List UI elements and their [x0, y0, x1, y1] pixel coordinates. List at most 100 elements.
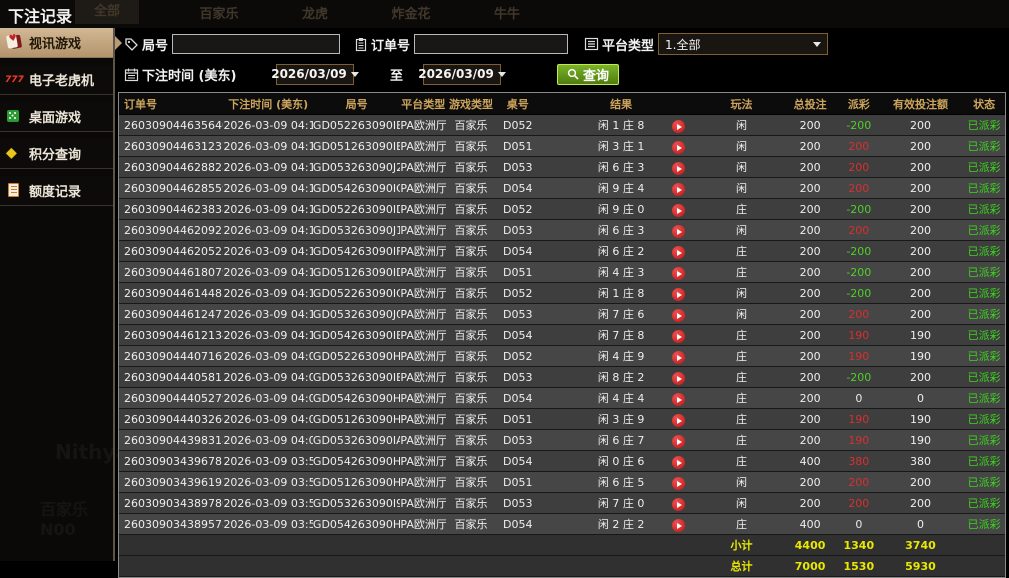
date-from-picker[interactable]: 2026/03/09 [271, 63, 359, 85]
cell-result: 闲 4 庄 3 [540, 264, 703, 280]
cell-play-type: 庄 [735, 392, 747, 405]
replay-play-button[interactable] [671, 435, 685, 448]
cell-game-type: 百家乐 [454, 161, 488, 174]
replay-play-button[interactable] [671, 414, 685, 427]
cell-valid-bet: 0 [916, 517, 924, 531]
cell-play-type: 闲 [735, 182, 747, 195]
cell-table-no: D051 [503, 139, 533, 153]
cell-total-bet: 200 [799, 139, 821, 153]
cell-round-no: GD053263090J2 [312, 160, 401, 174]
replay-play-button[interactable] [671, 288, 685, 301]
cell-status: 已派彩 [967, 308, 1001, 321]
cell-result: 闲 9 庄 4 [540, 180, 703, 196]
cell-bet-time: 2026-03-09 04:00:48 [223, 349, 313, 363]
cell-game-type: 百家乐 [454, 266, 488, 279]
sidebar-item-label: 视讯游戏 [29, 37, 82, 52]
round-no-input[interactable] [172, 34, 341, 54]
cell-bet-time: 2026-03-09 04:18:08 [223, 265, 313, 279]
search-button[interactable]: 查询 [557, 63, 620, 85]
replay-play-button[interactable] [671, 393, 685, 406]
cell-order-no: 260309044623838 [124, 202, 224, 216]
cards-icon [5, 34, 23, 51]
replay-play-button[interactable] [671, 162, 685, 175]
platform-type-select[interactable]: 1.全部 [658, 33, 829, 55]
replay-play-button[interactable] [671, 309, 685, 322]
cell-platform: PA欧洲厅 [400, 497, 447, 510]
replay-play-button[interactable] [671, 477, 685, 490]
table-row: 260309044405279 2026-03-09 04:00:38 GD05… [119, 388, 1005, 409]
document-icon [5, 182, 23, 199]
sidebar-item-额度记录[interactable]: 额度记录 [0, 176, 113, 206]
cell-status: 已派彩 [967, 224, 1001, 237]
cell-game-type: 百家乐 [454, 392, 488, 405]
table-row: 260309034389578 2026-03-09 03:59:16 GD05… [119, 514, 1005, 535]
cell-valid-bet: 200 [909, 118, 931, 132]
order-no-input[interactable] [414, 34, 569, 54]
cell-status: 已派彩 [967, 140, 1001, 153]
replay-play-button[interactable] [671, 183, 685, 196]
cell-total-bet: 200 [799, 223, 821, 237]
cell-payout: 200 [848, 475, 870, 489]
sidebar-item-电子老虎机[interactable]: 电子老虎机 [0, 65, 113, 95]
cell-game-type: 百家乐 [454, 203, 488, 216]
cell-table-no: D051 [503, 412, 533, 426]
column-header: 有效投注额 [892, 97, 948, 111]
cell-total-bet: 200 [799, 265, 821, 279]
cell-order-no: 260309044405813 [124, 370, 224, 384]
cell-platform: PA欧洲厅 [400, 413, 447, 426]
cell-payout: 190 [848, 433, 870, 447]
cell-bet-time: 2026-03-09 04:00:27 [223, 412, 313, 426]
cell-status: 已派彩 [967, 329, 1001, 342]
replay-play-button[interactable] [671, 456, 685, 469]
table-row: 260309034396192 2026-03-09 03:59:50 GD05… [119, 472, 1005, 493]
cell-total-bet: 200 [799, 307, 821, 321]
replay-play-button[interactable] [671, 120, 685, 133]
cell-game-type: 百家乐 [454, 413, 488, 426]
cell-play-type: 庄 [735, 350, 747, 363]
cell-bet-time: 2026-03-09 04:17:51 [223, 286, 313, 300]
cell-game-type: 百家乐 [454, 287, 488, 300]
cell-table-no: D054 [503, 328, 533, 342]
cell-platform: PA欧洲厅 [400, 392, 447, 405]
replay-play-button[interactable] [671, 204, 685, 217]
list-icon [584, 37, 599, 51]
diamond-icon [5, 145, 23, 162]
clipboard-icon [355, 37, 367, 51]
cell-payout: 380 [848, 454, 870, 468]
replay-play-button[interactable] [671, 351, 685, 364]
cell-play-type: 庄 [735, 329, 747, 342]
cell-order-no: 260309034389780 [124, 496, 224, 510]
platform-type-label: 平台类型 [602, 38, 655, 54]
cell-platform: PA欧洲厅 [400, 434, 447, 447]
cell-payout: 0 [855, 517, 863, 531]
totals-label: 小计 [730, 539, 753, 552]
column-header: 总投注 [793, 97, 827, 111]
cell-total-bet: 200 [799, 412, 821, 426]
replay-play-button[interactable] [671, 372, 685, 385]
replay-play-button[interactable] [671, 225, 685, 238]
cell-status: 已派彩 [967, 371, 1001, 384]
sidebar-item-视讯游戏[interactable]: 视讯游戏 [0, 28, 122, 58]
cell-game-type: 百家乐 [454, 329, 488, 342]
cell-order-no: 260309044403266 [124, 412, 224, 426]
subtotal-row: 小计 4400 1340 3740 [119, 535, 1005, 556]
cell-valid-bet: 190 [909, 412, 931, 426]
cell-round-no: GD053263090IB [312, 370, 401, 384]
cell-order-no: 260309044398318 [124, 433, 224, 447]
date-to-picker[interactable]: 2026/03/09 [418, 63, 506, 85]
cell-round-no: GD053263090I9 [312, 496, 401, 510]
sidebar-item-积分查询[interactable]: 积分查询 [0, 139, 113, 169]
background-tab: 牛牛 [493, 6, 520, 22]
sidebar: 视讯游戏 电子老虎机 桌面游戏 积分查询 额度记录 Nithya 百家乐N00 [0, 28, 129, 561]
replay-play-button[interactable] [671, 267, 685, 280]
cell-game-type: 百家乐 [454, 245, 488, 258]
totals-payout: 1340 [843, 538, 875, 552]
filter-row-2: 下注时间 (美东) 2026/03/09 至 2026/03/09 查询 [124, 62, 1005, 86]
replay-play-button[interactable] [671, 141, 685, 154]
cell-order-no: 260309034396192 [124, 475, 224, 489]
replay-play-button[interactable] [671, 330, 685, 343]
sidebar-item-桌面游戏[interactable]: 桌面游戏 [0, 102, 113, 132]
replay-play-button[interactable] [671, 519, 685, 532]
replay-play-button[interactable] [671, 498, 685, 511]
replay-play-button[interactable] [671, 246, 685, 259]
